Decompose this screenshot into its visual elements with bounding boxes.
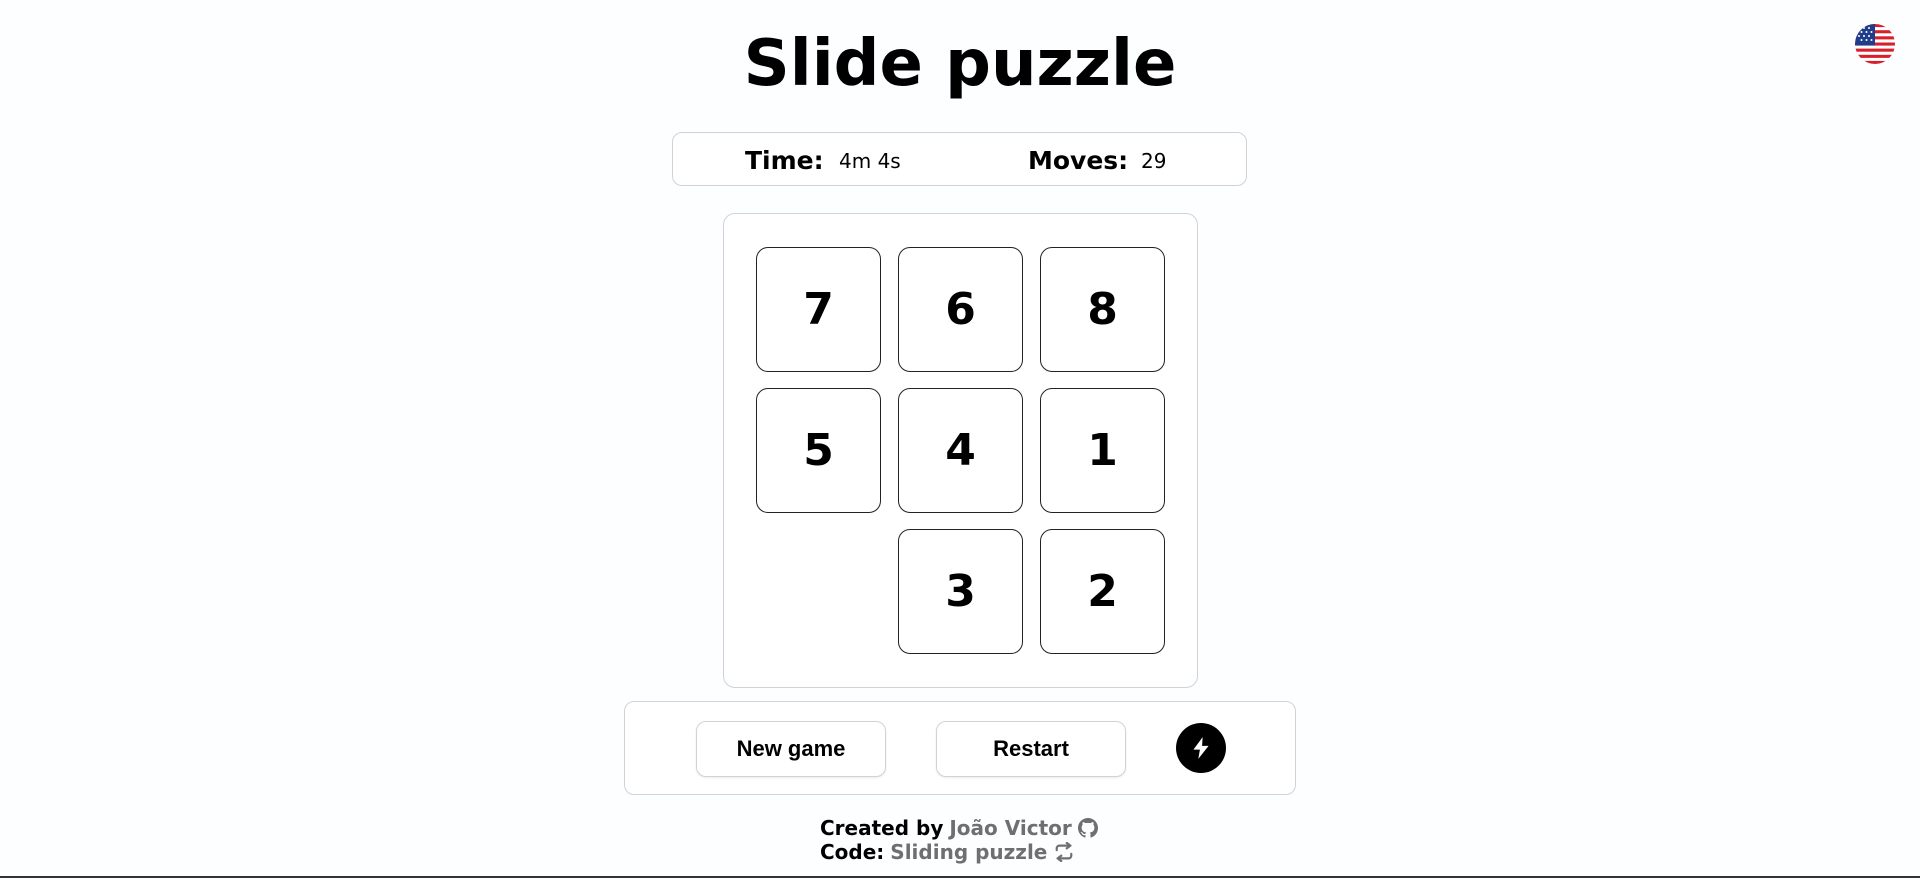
code-label: Code: bbox=[820, 840, 885, 864]
time-value: 4m 4s bbox=[839, 149, 901, 173]
puzzle-tile[interactable]: 4 bbox=[898, 388, 1023, 513]
puzzle-tile[interactable]: 6 bbox=[898, 247, 1023, 372]
created-by-label: Created by bbox=[820, 816, 944, 840]
puzzle-tile[interactable]: 1 bbox=[1040, 388, 1165, 513]
code-row: Code: Sliding puzzle bbox=[820, 840, 1098, 864]
controls-panel: New game Restart bbox=[624, 701, 1296, 795]
us-flag-icon[interactable] bbox=[1855, 24, 1895, 64]
hint-button[interactable] bbox=[1176, 723, 1226, 773]
puzzle-tile[interactable]: 5 bbox=[756, 388, 881, 513]
puzzle-tile[interactable]: 2 bbox=[1040, 529, 1165, 654]
lightning-bolt-icon bbox=[1193, 737, 1209, 759]
moves-value: 29 bbox=[1141, 149, 1167, 173]
puzzle-board: 768 54132 bbox=[723, 213, 1198, 688]
restart-button[interactable]: Restart bbox=[936, 721, 1126, 777]
time-label: Time: bbox=[745, 146, 824, 175]
github-icon[interactable] bbox=[1077, 818, 1098, 838]
puzzle-tile[interactable]: 3 bbox=[898, 529, 1023, 654]
page-title: Slide puzzle bbox=[743, 27, 1177, 101]
puzzle-tile[interactable]: 7 bbox=[756, 247, 881, 372]
moves-label: Moves: bbox=[1028, 146, 1129, 175]
repo-icon[interactable] bbox=[1053, 842, 1075, 862]
empty-slot bbox=[756, 529, 881, 654]
stats-panel: Time: 4m 4s Moves: 29 bbox=[672, 132, 1247, 186]
repo-link[interactable]: Sliding puzzle bbox=[890, 840, 1047, 864]
footer: Created by João Victor Code: Sliding puz… bbox=[820, 816, 1098, 864]
credits-row: Created by João Victor bbox=[820, 816, 1098, 840]
author-link[interactable]: João Victor bbox=[949, 816, 1071, 840]
new-game-button[interactable]: New game bbox=[696, 721, 886, 777]
puzzle-tile[interactable]: 8 bbox=[1040, 247, 1165, 372]
